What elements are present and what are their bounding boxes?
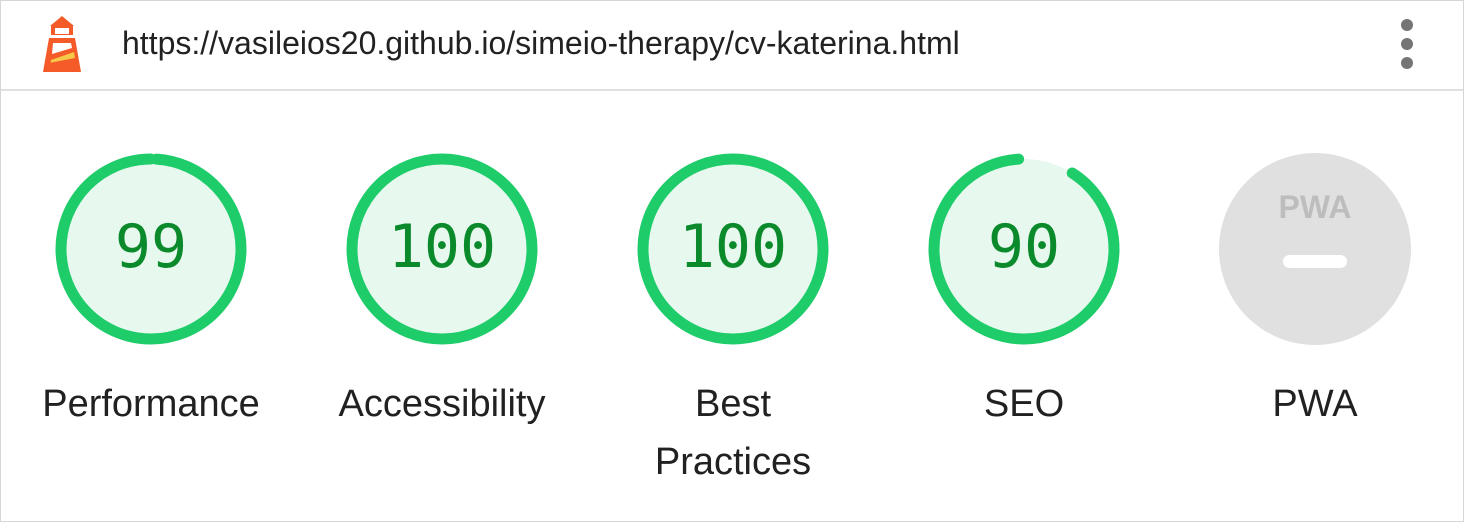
gauge-accessibility[interactable]: 100 [342,149,542,349]
gauge-score: 90 [987,212,1061,282]
gauge-score: 100 [387,212,497,282]
gauge-label-seo: SEO [983,383,1065,425]
gauge-label-best-practices: Best Practices [654,383,812,483]
gauge-score: 100 [678,212,788,282]
gauge-performance[interactable]: 99 [51,149,251,349]
pwa-dash-mark [1283,255,1347,268]
gauge-best-practices[interactable]: 100 [633,149,833,349]
gauge-label-performance: Performance [42,383,260,425]
gauge-label-accessibility: Accessibility [338,383,546,425]
page-url: https://vasileios20.github.io/simeio-the… [122,25,960,61]
vertical-dots-icon[interactable] [1387,15,1427,73]
pwa-badge-icon: PWA [1219,153,1411,345]
gauge-label-pwa: PWA [1272,383,1358,425]
gauge-score: 99 [114,212,188,282]
lighthouse-report-summary: https://vasileios20.github.io/simeio-the… [0,0,1464,522]
lighthouse-icon [43,16,81,72]
gauge-pwa[interactable]: PWA [1215,149,1415,349]
gauge-seo[interactable]: 90 [924,149,1124,349]
pwa-badge-text: PWA [1279,189,1352,225]
report-header: https://vasileios20.github.io/simeio-the… [1,1,1463,91]
